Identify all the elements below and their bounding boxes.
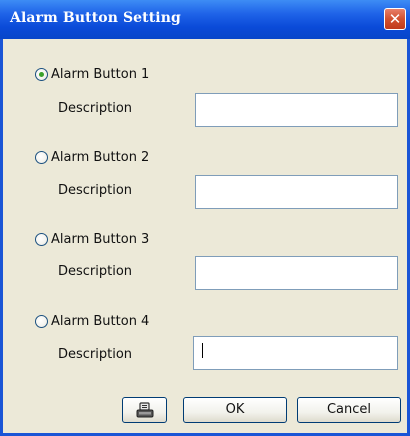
description-label-1: Description [58,101,133,116]
description-label-3: Description [58,264,133,279]
cancel-button[interactable]: Cancel [297,397,401,423]
alarm-button-2-radio[interactable]: Alarm Button 2 [35,149,149,165]
alarm-button-2-label: Alarm Button 2 [51,149,150,165]
alarm-button-setting-dialog: Alarm Button Setting ✕ Alarm Button 1 De… [0,0,410,436]
description-input-4[interactable] [193,336,398,370]
title-bar[interactable]: Alarm Button Setting ✕ [0,0,410,39]
description-input-2[interactable] [195,175,398,209]
radio-unselected-icon [35,150,48,164]
close-icon: ✕ [388,10,402,28]
description-label-2: Description [58,183,133,198]
alarm-button-1-label: Alarm Button 1 [51,66,150,82]
sound-icon [136,402,154,418]
alarm-button-4-radio[interactable]: Alarm Button 4 [35,313,149,329]
radio-unselected-icon [35,232,48,246]
sound-button[interactable] [122,397,167,423]
description-input-3[interactable] [195,256,398,290]
radio-selected-icon [35,67,48,81]
radio-unselected-icon [35,314,48,328]
alarm-button-3-radio[interactable]: Alarm Button 3 [35,231,149,247]
alarm-button-1-radio[interactable]: Alarm Button 1 [35,66,149,82]
window-title: Alarm Button Setting [10,10,181,26]
description-input-1[interactable] [195,93,398,127]
alarm-button-4-label: Alarm Button 4 [51,313,150,329]
text-caret [202,343,203,358]
description-label-4: Description [58,347,133,362]
ok-button[interactable]: OK [183,397,287,423]
alarm-button-3-label: Alarm Button 3 [51,231,150,247]
close-button[interactable]: ✕ [384,8,406,30]
